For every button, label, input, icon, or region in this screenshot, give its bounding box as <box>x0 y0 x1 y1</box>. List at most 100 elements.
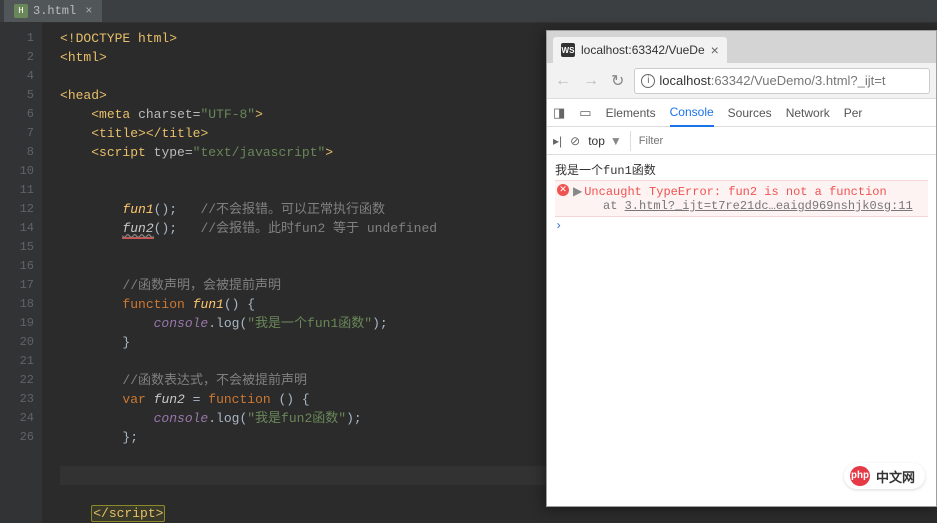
code-token: () { <box>278 392 309 407</box>
url-input[interactable]: i localhost:63342/VueDemo/3.html?_ijt=t <box>634 68 930 94</box>
line-number: 4 <box>0 67 34 86</box>
code-token: var <box>122 392 153 407</box>
code-token: > <box>255 107 263 122</box>
tab-elements[interactable]: Elements <box>606 100 656 126</box>
code-token: .log( <box>208 316 247 331</box>
line-number: 5 <box>0 86 34 105</box>
console-error-line: ✕ ▶Uncaught TypeError: fun2 is not a fun… <box>555 180 928 217</box>
chevron-down-icon: ▼ <box>610 134 622 148</box>
code-token: function <box>208 392 278 407</box>
code-token: "UTF-8" <box>200 107 255 122</box>
line-number: 8 <box>0 143 34 162</box>
back-button[interactable]: ← <box>553 72 573 90</box>
editor-tabs-bar: H 3.html × <box>0 0 937 23</box>
code-token: //不会报错。可以正常执行函数 <box>200 202 385 217</box>
code-token: title <box>99 126 138 141</box>
code-token: ); <box>372 316 388 331</box>
code-token: fun1 <box>122 202 153 217</box>
close-icon[interactable]: × <box>85 4 92 18</box>
tab-filename: 3.html <box>33 4 76 18</box>
code-token: < <box>60 88 68 103</box>
devtools-panel: ◨ ▭ Elements Console Sources Network Per… <box>547 99 936 506</box>
device-icon[interactable]: ▭ <box>579 105 591 121</box>
line-number: 19 <box>0 314 34 333</box>
line-number: 24 <box>0 409 34 428</box>
error-icon: ✕ <box>557 184 569 196</box>
error-trace: at 3.html?_ijt=t7re21dc…eaigd969nshjk0sg… <box>573 199 928 213</box>
code-token: head <box>68 88 99 103</box>
url-host: localhost <box>659 73 710 88</box>
code-token: title <box>161 126 200 141</box>
line-number: 1 <box>0 29 34 48</box>
inspect-icon[interactable]: ◨ <box>553 105 565 121</box>
code-token: (); <box>154 202 177 217</box>
line-number: 18 <box>0 295 34 314</box>
tab-console[interactable]: Console <box>670 99 714 127</box>
code-token: .log( <box>208 411 247 426</box>
line-number: 7 <box>0 124 34 143</box>
sidebar-toggle-icon[interactable]: ▸| <box>553 134 562 148</box>
code-token: "我是fun2函数" <box>247 411 346 426</box>
code-token: charset= <box>138 107 200 122</box>
code-token: console <box>154 316 209 331</box>
line-number: 6 <box>0 105 34 124</box>
code-token: < <box>60 50 68 65</box>
code-token: < <box>91 126 99 141</box>
close-icon[interactable]: × <box>711 42 719 58</box>
code-token: (); <box>154 221 177 236</box>
code-token: script <box>109 506 156 521</box>
console-prompt[interactable]: › <box>555 217 928 235</box>
expand-arrow-icon[interactable]: ▶ <box>573 185 582 199</box>
code-token: > <box>156 506 164 521</box>
browser-window: WS localhost:63342/VueDe × ← → ↻ i local… <box>546 30 937 507</box>
line-number: 23 <box>0 390 34 409</box>
line-number: 12 <box>0 200 34 219</box>
code-token: < <box>91 145 99 160</box>
tab-network[interactable]: Network <box>786 100 830 126</box>
tab-performance[interactable]: Per <box>844 100 863 126</box>
line-number: 26 <box>0 428 34 447</box>
trace-link[interactable]: 3.html?_ijt=t7re21dc…eaigd969nshjk0sg:11 <box>625 199 913 213</box>
html-file-icon: H <box>14 4 28 18</box>
code-token: ); <box>346 411 362 426</box>
filter-input[interactable] <box>630 131 930 151</box>
line-number: 16 <box>0 257 34 276</box>
code-token: function <box>122 297 192 312</box>
console-log-line: 我是一个fun1函数 <box>555 159 928 180</box>
code-token: fun2 <box>154 392 185 407</box>
reload-button[interactable]: ↻ <box>609 71 626 91</box>
browser-tab[interactable]: WS localhost:63342/VueDe × <box>553 37 727 63</box>
url-bar: ← → ↻ i localhost:63342/VueDemo/3.html?_… <box>547 63 936 99</box>
line-number: 14 <box>0 219 34 238</box>
line-number: 21 <box>0 352 34 371</box>
tab-sources[interactable]: Sources <box>728 100 772 126</box>
context-selector[interactable]: top ▼ <box>588 134 622 148</box>
code-token: //函数表达式，不会被提前声明 <box>122 373 307 388</box>
line-number: 2 <box>0 48 34 67</box>
code-token: console <box>154 411 209 426</box>
code-token: </ <box>146 126 162 141</box>
php-logo-icon: php <box>850 466 870 486</box>
code-token: } <box>122 335 130 350</box>
code-token: meta <box>99 107 130 122</box>
code-token: > <box>325 145 333 160</box>
code-token <box>146 145 154 160</box>
forward-button[interactable]: → <box>581 72 601 90</box>
code-token: fun2 <box>122 221 153 239</box>
code-token: //会报错。此时fun2 等于 undefined <box>200 221 437 236</box>
watermark-text: 中文网 <box>876 467 915 486</box>
editor-tab[interactable]: H 3.html × <box>4 0 102 22</box>
code-token: > <box>200 126 208 141</box>
code-token: > <box>138 126 146 141</box>
context-label: top <box>588 134 605 148</box>
info-icon[interactable]: i <box>641 74 655 88</box>
code-token: html <box>68 50 99 65</box>
code-token: < <box>91 107 99 122</box>
trace-prefix: at <box>603 199 625 213</box>
devtools-tabs: ◨ ▭ Elements Console Sources Network Per <box>547 99 936 127</box>
console-output[interactable]: 我是一个fun1函数 ✕ ▶Uncaught TypeError: fun2 i… <box>547 155 936 506</box>
console-toolbar: ▸| ⊘ top ▼ <box>547 127 936 155</box>
error-message: Uncaught TypeError: fun2 is not a functi… <box>584 185 886 199</box>
clear-console-icon[interactable]: ⊘ <box>570 134 580 148</box>
code-token: "text/javascript" <box>193 145 326 160</box>
